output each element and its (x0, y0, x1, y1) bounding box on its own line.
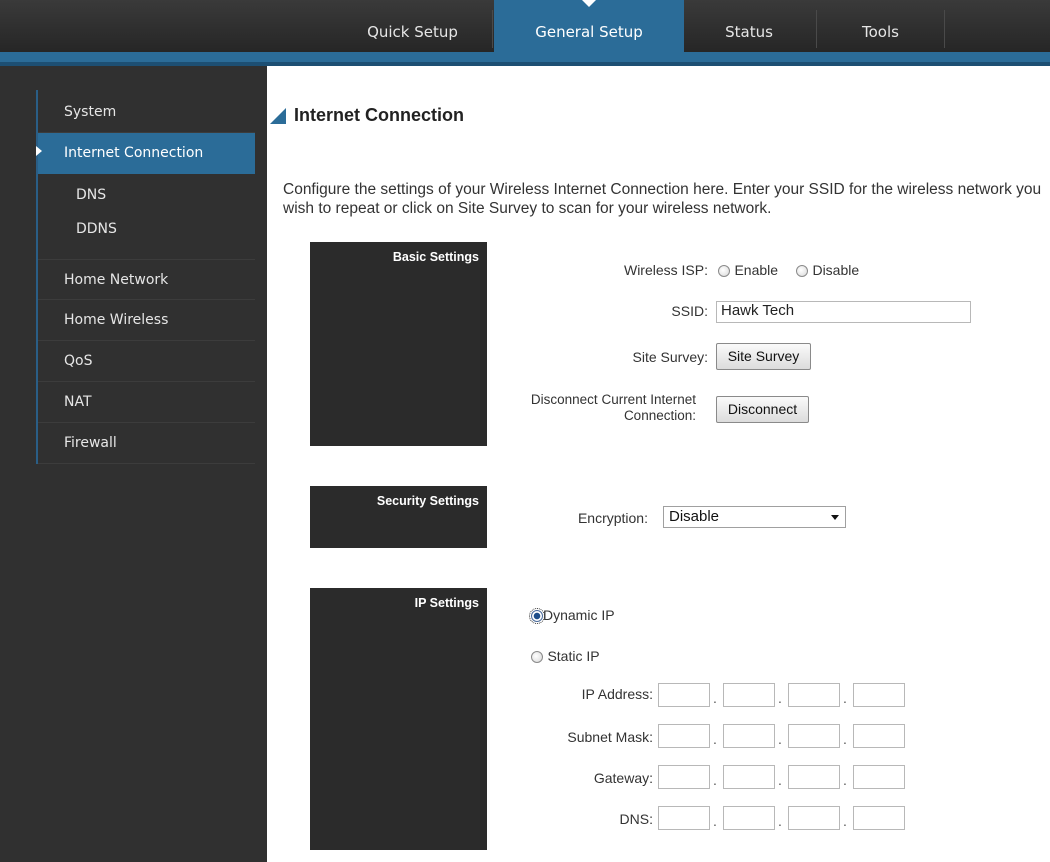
top-nav-bar: Quick Setup General Setup Status Tools (0, 0, 1050, 52)
ip-address-octet-2[interactable] (723, 683, 775, 707)
basic-settings-label: Basic Settings (392, 250, 479, 264)
ssid-label: SSID: (671, 303, 708, 319)
dns-label: DNS: (619, 811, 653, 827)
octet-separator: . (843, 690, 847, 706)
octet-separator: . (843, 772, 847, 788)
sidebar-item-label: Internet Connection (64, 145, 204, 161)
basic-settings-panel: Basic Settings (310, 242, 487, 446)
subnet-mask-octet-2[interactable] (723, 724, 775, 748)
sidebar-item-home-network[interactable]: Home Network (38, 259, 255, 300)
security-settings-panel: Security Settings (310, 486, 487, 548)
sidebar-item-home-wireless[interactable]: Home Wireless (38, 300, 255, 341)
disconnect-label-line2: Connection: (623, 408, 696, 423)
octet-separator: . (843, 731, 847, 747)
encryption-selected-value: Disable (669, 508, 720, 525)
octet-separator: . (843, 813, 847, 829)
subnet-mask-octet-4[interactable] (853, 724, 905, 748)
page-description: Configure the settings of your Wireless … (283, 181, 1042, 217)
wireless-isp-disable-option[interactable]: Disable (796, 262, 859, 280)
sidebar-item-nat[interactable]: NAT (38, 382, 255, 423)
octet-separator: . (713, 813, 717, 829)
encryption-label: Encryption: (577, 510, 648, 526)
dynamic-ip-option[interactable]: Dynamic IP (529, 607, 615, 625)
page-title: Internet Connection (294, 105, 464, 125)
subnet-mask-octet-3[interactable] (788, 724, 840, 748)
enable-radio-label: Enable (734, 262, 779, 278)
encryption-select[interactable]: Disable (663, 506, 846, 528)
sidebar-item-qos[interactable]: QoS (38, 341, 255, 382)
disconnect-label: Disconnect Current Internet Connection: (480, 392, 696, 424)
sidebar-item-dns[interactable]: DNS (38, 182, 255, 208)
enable-radio[interactable] (718, 265, 730, 277)
octet-separator: . (778, 731, 782, 747)
disable-radio[interactable] (796, 265, 808, 277)
subnet-mask-label: Subnet Mask: (567, 729, 653, 745)
site-survey-label: Site Survey: (632, 349, 708, 365)
ip-address-label: IP Address: (581, 686, 653, 702)
dns-octet-3[interactable] (788, 806, 840, 830)
ip-address-octet-3[interactable] (788, 683, 840, 707)
ip-address-octet-4[interactable] (853, 683, 905, 707)
wireless-isp-enable-option[interactable]: Enable (718, 262, 778, 280)
gateway-octet-4[interactable] (853, 765, 905, 789)
dynamic-ip-radio[interactable] (529, 608, 545, 624)
static-ip-option[interactable]: Static IP (531, 648, 600, 666)
active-arrow-icon (36, 146, 42, 156)
octet-separator: . (778, 813, 782, 829)
wireless-isp-label: Wireless ISP: (623, 262, 708, 278)
octet-separator: . (713, 690, 717, 706)
static-ip-radio[interactable] (531, 651, 543, 663)
active-tab-marker-icon (582, 0, 596, 7)
tab-quick-setup[interactable]: Quick Setup (335, 0, 490, 52)
octet-separator: . (713, 772, 717, 788)
sidebar-item-system[interactable]: System (38, 92, 255, 133)
static-ip-label: Static IP (547, 648, 600, 664)
octet-separator: . (778, 690, 782, 706)
ip-settings-label: IP Settings (414, 596, 479, 610)
security-settings-label: Security Settings (376, 494, 479, 508)
chevron-down-icon (831, 515, 839, 520)
tab-status[interactable]: Status (684, 0, 814, 52)
dynamic-ip-label: Dynamic IP (543, 607, 615, 623)
octet-separator: . (713, 731, 717, 747)
tab-tools[interactable]: Tools (818, 0, 943, 52)
tab-general-setup[interactable]: General Setup (494, 0, 684, 52)
disconnect-button[interactable]: Disconnect (716, 396, 809, 423)
title-triangle-icon (270, 108, 286, 124)
ip-address-octet-1[interactable] (658, 683, 710, 707)
subnet-mask-octet-1[interactable] (658, 724, 710, 748)
site-survey-button[interactable]: Site Survey (716, 343, 811, 370)
gateway-label: Gateway: (593, 770, 653, 786)
sidebar-item-internet-connection[interactable]: Internet Connection (36, 133, 255, 174)
disconnect-label-line1: Disconnect Current Internet (530, 392, 696, 407)
tab-divider (944, 10, 945, 48)
gateway-octet-3[interactable] (788, 765, 840, 789)
sidebar-item-ddns[interactable]: DDNS (38, 216, 255, 242)
sidebar-item-firewall[interactable]: Firewall (38, 423, 255, 464)
tab-divider (816, 10, 817, 48)
octet-separator: . (778, 772, 782, 788)
gateway-octet-1[interactable] (658, 765, 710, 789)
dns-octet-4[interactable] (853, 806, 905, 830)
dns-octet-2[interactable] (723, 806, 775, 830)
ip-settings-panel: IP Settings (310, 588, 487, 850)
tab-divider (492, 10, 493, 48)
gateway-octet-2[interactable] (723, 765, 775, 789)
disable-radio-label: Disable (812, 262, 860, 278)
dns-octet-1[interactable] (658, 806, 710, 830)
ssid-input[interactable]: Hawk Tech (716, 301, 971, 323)
